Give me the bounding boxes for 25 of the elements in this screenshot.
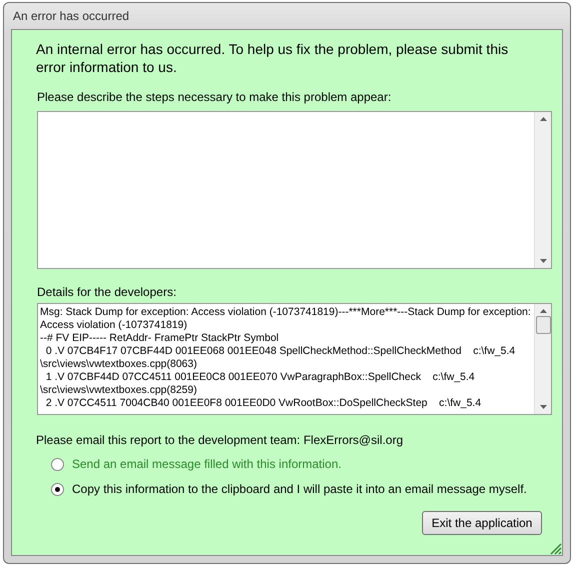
scroll-down-arrow-icon[interactable] bbox=[540, 405, 546, 409]
scrollbar[interactable] bbox=[534, 304, 551, 414]
exit-button[interactable]: Exit the application bbox=[422, 511, 542, 535]
steps-label: Please describe the steps necessary to make this problem appear: bbox=[37, 90, 392, 104]
email-note: Please email this report to the development team: FlexErrors@sil.org bbox=[36, 433, 404, 447]
details-line: --# FV EIP----- RetAddr- FramePtr StackPtr Symbol bbox=[40, 332, 280, 345]
details-line: Access violation (-1073741819) bbox=[40, 319, 188, 332]
details-line: \src\views\vwtextboxes.cpp(8259) bbox=[40, 384, 198, 397]
details-line: Msg: Stack Dump for exception: Access violation (-1073741819)---***More***---Stack Dump for exception: bbox=[40, 306, 532, 319]
details-line: 0 .V 07CB4F17 07CBF44D 001EE068 001EE048 SpellCheckMethod::SpellCheckMethod c:\fw_5.4 bbox=[44, 345, 516, 358]
resize-grip-icon[interactable] bbox=[548, 541, 562, 555]
scroll-down-arrow-icon[interactable] bbox=[540, 259, 546, 263]
scrollbar-thumb[interactable] bbox=[536, 316, 550, 334]
radio-option[interactable]: Copy this information to the clipboard and I will paste it into an email message myself. bbox=[51, 482, 552, 496]
error-message: An internal error has occurred. To help us fix the problem, please submit this error information to us. bbox=[36, 40, 510, 76]
steps-input-field[interactable] bbox=[37, 111, 552, 269]
scroll-up-arrow-icon[interactable] bbox=[540, 117, 546, 121]
details-text-field[interactable] bbox=[37, 303, 552, 415]
details-line: 1 .V 07CBF44D 07CC4511 001EE0C8 001EE070 VwParagraphBox::SpellCheck c:\fw_5.4 bbox=[44, 371, 476, 384]
window-title: An error has occurred bbox=[12, 8, 130, 25]
details-line: \src\views\vwtextboxes.cpp(8063) bbox=[40, 358, 198, 371]
scroll-up-arrow-icon[interactable] bbox=[540, 309, 546, 313]
details-line: 2 .V 07CC4511 7004CB40 001EE0F8 001EE0D0 VwRootBox::DoSpellCheckStep c:\fw_5.4 bbox=[44, 397, 482, 410]
details-label: Details for the developers: bbox=[37, 285, 178, 299]
scrollbar[interactable] bbox=[534, 112, 551, 268]
